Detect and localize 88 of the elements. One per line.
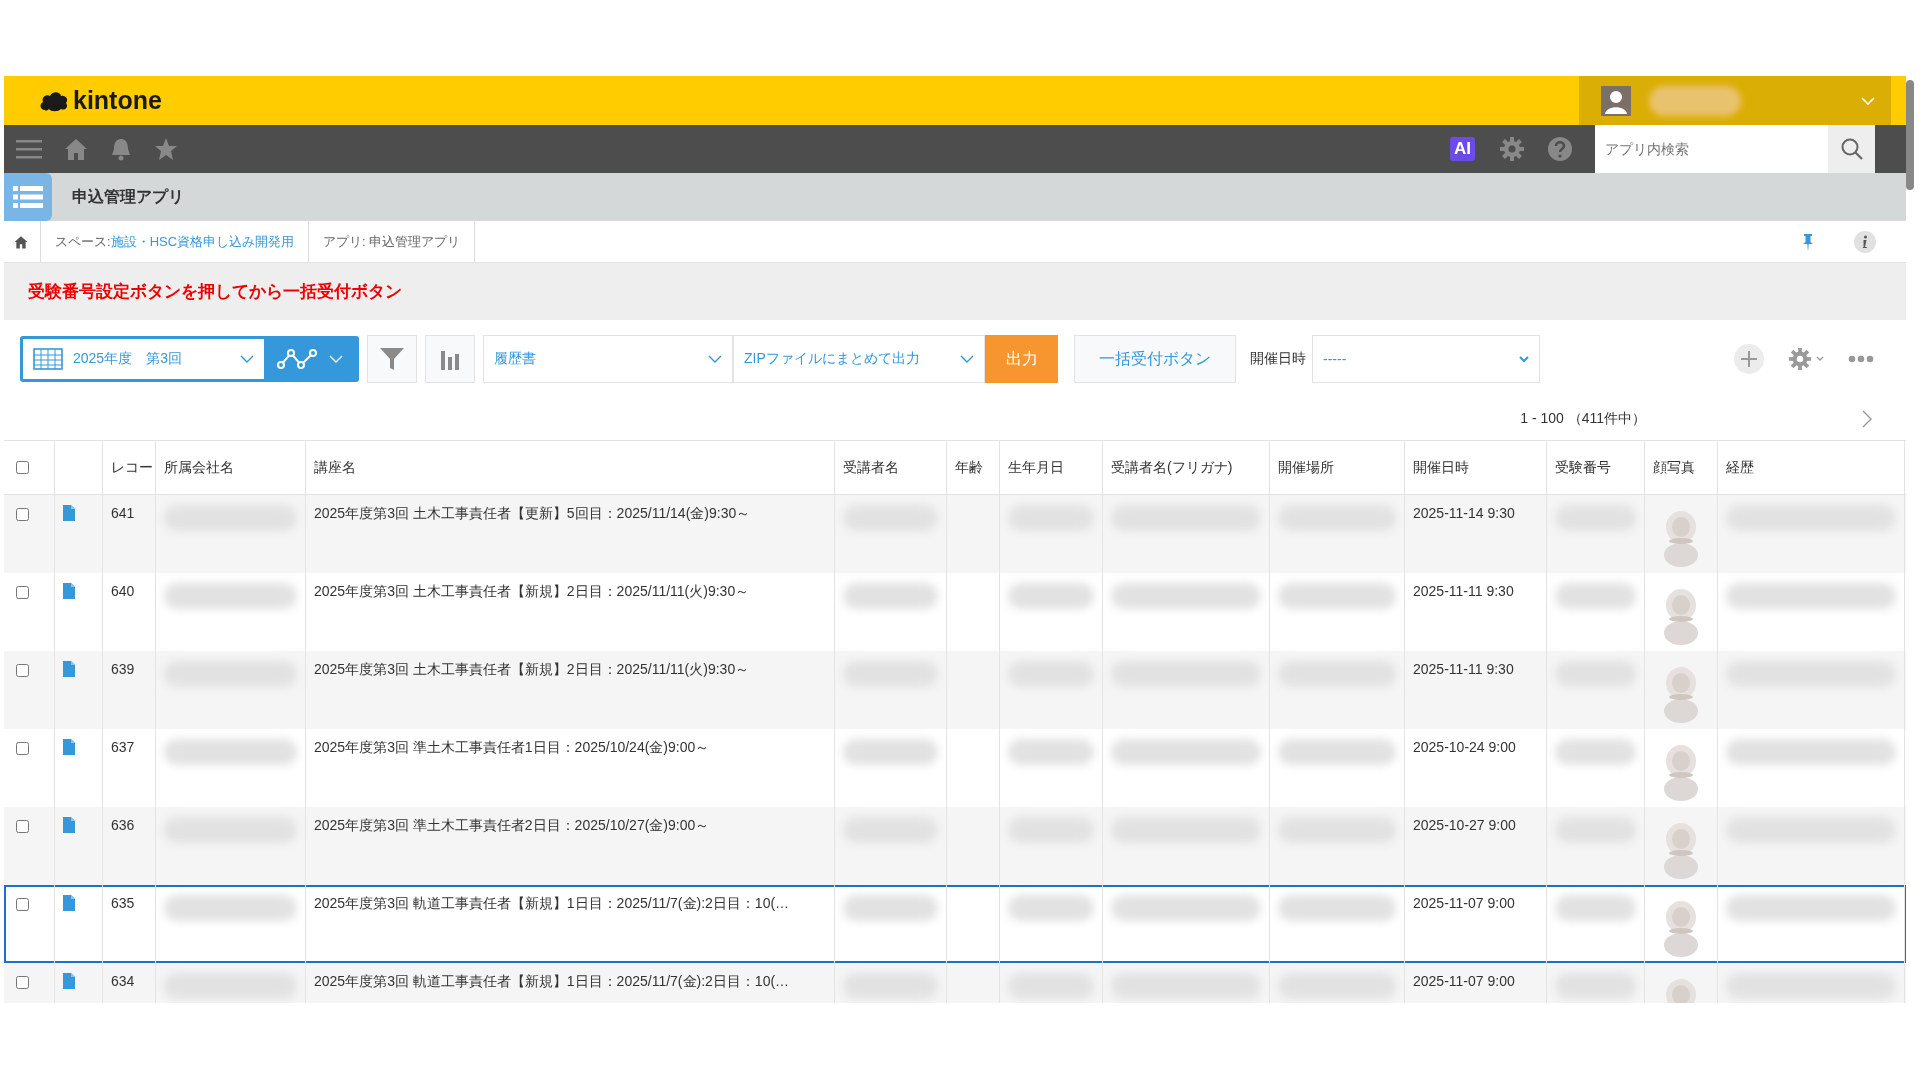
- star-icon[interactable]: [154, 137, 178, 161]
- chevron-down-icon: [1816, 356, 1824, 362]
- table-cell: 2025年度第3回 軌道工事責任者【新規】1日目：2025/11/7(金):2日目：10(…: [314, 973, 790, 989]
- column-header[interactable]: 開催場所: [1278, 458, 1334, 477]
- line-graph-icon: [277, 347, 319, 371]
- table-cell: 637: [111, 739, 135, 755]
- column-header[interactable]: 経歴: [1726, 458, 1754, 477]
- table-cell: 2025年度第3回 軌道工事責任者【新規】1日目：2025/11/7(金):2日目：10(…: [314, 895, 790, 911]
- scrollbar-thumb[interactable]: [1906, 80, 1914, 190]
- user-menu[interactable]: [1579, 76, 1891, 125]
- document-icon[interactable]: [63, 973, 75, 989]
- ai-button[interactable]: AI: [1450, 137, 1475, 161]
- document-icon[interactable]: [63, 895, 75, 911]
- row-checkbox[interactable]: [16, 664, 29, 677]
- app-title: 申込管理アプリ: [72, 186, 184, 207]
- document-icon[interactable]: [63, 817, 75, 833]
- breadcrumb-label: スペース:: [55, 232, 111, 251]
- chevron-down-icon: [240, 355, 254, 363]
- table-cell: 2025-11-11 9:30: [1413, 583, 1514, 599]
- column-header[interactable]: 受講者名: [843, 458, 899, 477]
- app-icon[interactable]: [4, 173, 52, 221]
- row-checkbox[interactable]: [16, 586, 29, 599]
- column-header[interactable]: 講座名: [314, 458, 356, 477]
- search-button[interactable]: [1828, 125, 1875, 173]
- table-cell: 2025年度第3回 土木工事責任者【新規】2日目：2025/11/11(火)9:30～: [314, 583, 750, 599]
- table-cell: 2025-11-14 9:30: [1413, 505, 1515, 521]
- settings-menu[interactable]: [1788, 347, 1824, 371]
- column-header[interactable]: 生年月日: [1008, 458, 1064, 477]
- table-cell: 2025-10-27 9:00: [1413, 817, 1516, 833]
- column-header[interactable]: 受講者名(フリガナ): [1111, 458, 1233, 477]
- help-icon[interactable]: [1547, 136, 1573, 162]
- pagination-text: 1 - 100 （411件中）: [1520, 410, 1646, 428]
- table-icon: [33, 348, 63, 370]
- document-icon[interactable]: [63, 505, 75, 521]
- chevron-down-icon: [960, 355, 974, 363]
- search-field[interactable]: アプリ内検索: [1595, 125, 1828, 173]
- table-cell: 2025年度第3回 土木工事責任者【新規】2日目：2025/11/11(火)9:30～: [314, 661, 750, 677]
- table-cell: 2025年度第3回 準土木工事責任者2日目：2025/10/27(金)9:00～: [314, 817, 710, 833]
- settings-icon[interactable]: [1499, 136, 1525, 162]
- table-cell: 2025年度第3回 準土木工事責任者1日目：2025/10/24(金)9:00～: [314, 739, 710, 755]
- table-cell: 636: [111, 817, 135, 833]
- chevron-down-icon: [329, 355, 343, 363]
- select-all-checkbox[interactable]: [16, 461, 29, 474]
- table-cell: 2025-10-24 9:00: [1413, 739, 1516, 755]
- bar-chart-icon: [440, 348, 460, 370]
- column-header[interactable]: 顔写真: [1653, 458, 1695, 477]
- table-cell: 635: [111, 895, 135, 911]
- table-cell: 2025-11-11 9:30: [1413, 661, 1514, 677]
- row-checkbox[interactable]: [16, 820, 29, 833]
- add-icon[interactable]: [1734, 344, 1764, 374]
- info-icon[interactable]: [1854, 230, 1876, 253]
- filter-button[interactable]: [367, 335, 417, 383]
- document-icon[interactable]: [63, 661, 75, 677]
- row-checkbox[interactable]: [16, 898, 29, 911]
- notice-text: 受験番号設定ボタンを押してから一括受付ボタン: [28, 281, 402, 303]
- table-cell: 2025-11-07 9:00: [1413, 973, 1515, 989]
- cloud-logo-icon: [39, 89, 69, 112]
- column-header[interactable]: 受験番号: [1555, 458, 1611, 477]
- bell-icon[interactable]: [110, 137, 132, 161]
- date-filter-label: 開催日時: [1250, 350, 1306, 368]
- table-cell: 634: [111, 973, 135, 989]
- chevron-down-icon: [1519, 355, 1529, 363]
- row-checkbox[interactable]: [16, 508, 29, 521]
- row-checkbox[interactable]: [16, 742, 29, 755]
- column-header[interactable]: レコー: [111, 458, 153, 477]
- row-checkbox[interactable]: [16, 976, 29, 989]
- breadcrumb-item: アプリ: 申込管理アプリ: [323, 232, 461, 251]
- chevron-down-icon: [1861, 96, 1875, 105]
- menu-icon[interactable]: [16, 139, 42, 159]
- column-header[interactable]: 開催日時: [1413, 458, 1469, 477]
- filter-icon: [379, 346, 405, 372]
- search-icon: [1839, 137, 1864, 161]
- chevron-down-icon: [708, 355, 722, 363]
- chevron-right-icon[interactable]: [1862, 410, 1872, 428]
- home-icon[interactable]: [14, 234, 28, 249]
- table-cell: 2025-11-07 9:00: [1413, 895, 1515, 911]
- kintone-logo[interactable]: kintone: [73, 86, 162, 115]
- column-header[interactable]: 年齢: [955, 458, 983, 477]
- document-icon[interactable]: [63, 739, 75, 755]
- user-avatar-icon: [1601, 85, 1631, 116]
- column-header[interactable]: 所属会社名: [164, 458, 234, 477]
- table-cell: 640: [111, 583, 135, 599]
- table-cell: 641: [111, 505, 135, 521]
- more-icon[interactable]: [1848, 355, 1874, 363]
- table-cell: 639: [111, 661, 135, 677]
- chart-button[interactable]: [425, 335, 475, 383]
- table-cell: 2025年度第3回 土木工事責任者【更新】5回目：2025/11/14(金)9:30～: [314, 505, 751, 521]
- document-icon[interactable]: [63, 583, 75, 599]
